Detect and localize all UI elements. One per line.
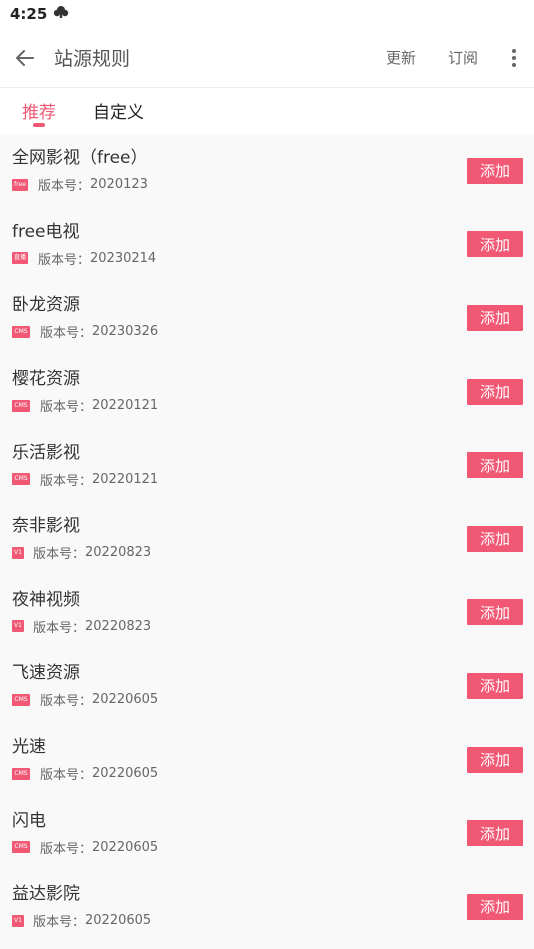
cloud-icon (53, 5, 69, 23)
version-label: 版本号： (40, 400, 93, 416)
version-value: 20220605 (92, 839, 159, 855)
tab-label: 推荐 (22, 103, 56, 123)
add-button[interactable]: 添加 (467, 525, 523, 552)
source-name: 全网影视（free） (12, 148, 148, 169)
version-label: 版本号： (33, 620, 86, 636)
type-badge: CMS (12, 325, 30, 338)
add-button[interactable]: 添加 (467, 452, 523, 479)
version-label: 版本号： (40, 768, 93, 784)
list-item: 全网影视（free） free 版本号： 2020123 添加 (0, 134, 534, 208)
source-list: 全网影视（free） free 版本号： 2020123 添加 free电视 直… (0, 134, 534, 949)
source-name: 奈非影视 (12, 516, 80, 537)
source-name: 夜神视频 (12, 589, 80, 610)
version-value: 20220121 (92, 398, 159, 414)
update-button[interactable]: 更新 (370, 47, 432, 68)
list-item: 益达影院 V1 版本号： 20220605 添加 (0, 870, 534, 944)
version-value: 20220121 (92, 471, 159, 487)
type-badge: V1 (12, 546, 24, 559)
type-badge: CMS (12, 473, 30, 486)
version-label: 版本号： (38, 252, 91, 268)
version-label: 版本号： (33, 547, 86, 563)
version-label: 版本号： (40, 473, 93, 489)
list-item: 奈非影视 V1 版本号： 20220823 添加 (0, 502, 534, 576)
tab-label: 自定义 (93, 103, 144, 123)
type-badge: CMS (12, 841, 30, 854)
app-bar: 站源规则 更新 订阅 (0, 28, 534, 88)
list-item: 闪电 CMS 版本号： 20220605 添加 (0, 796, 534, 870)
add-button[interactable]: 添加 (467, 599, 523, 626)
tab-recommended[interactable]: 推荐 (22, 88, 56, 134)
add-button[interactable]: 添加 (467, 378, 523, 405)
more-button[interactable] (494, 28, 534, 88)
version-label: 版本号： (38, 179, 91, 195)
add-button[interactable]: 添加 (467, 304, 523, 331)
type-badge: 直播 (12, 252, 28, 265)
arrow-left-icon (16, 49, 34, 66)
version-value: 20220605 (92, 766, 159, 782)
type-badge: free (12, 178, 28, 191)
source-name: 卧龙资源 (12, 295, 80, 316)
version-value: 20220605 (92, 692, 159, 708)
list-item: free电视 直播 版本号： 20230214 添加 (0, 208, 534, 282)
source-name: 益达影院 (12, 884, 80, 905)
back-button[interactable] (0, 28, 50, 88)
version-label: 版本号： (40, 326, 93, 342)
add-button[interactable]: 添加 (467, 672, 523, 699)
tab-indicator (33, 123, 45, 127)
version-value: 2020123 (90, 177, 148, 193)
source-name: 闪电 (12, 810, 46, 831)
list-item: 樱花资源 CMS 版本号： 20220121 添加 (0, 355, 534, 429)
status-time: 4:25 (10, 5, 48, 23)
add-button[interactable]: 添加 (467, 157, 523, 184)
version-value: 20230214 (90, 250, 157, 266)
tab-bar: 推荐 自定义 (0, 88, 534, 134)
list-item: 光速 CMS 版本号： 20220605 添加 (0, 723, 534, 797)
add-button[interactable]: 添加 (467, 746, 523, 773)
list-item: 卧龙资源 CMS 版本号： 20230326 添加 (0, 281, 534, 355)
source-name: 光速 (12, 737, 46, 758)
add-button[interactable]: 添加 (467, 231, 523, 258)
list-item: 飞速资源 CMS 版本号： 20220605 添加 (0, 649, 534, 723)
source-name: 樱花资源 (12, 369, 80, 390)
source-name: free电视 (12, 221, 80, 242)
version-label: 版本号： (33, 915, 86, 931)
source-name: 飞速资源 (12, 663, 80, 684)
type-badge: CMS (12, 693, 30, 706)
type-badge: CMS (12, 399, 30, 412)
version-label: 版本号： (40, 841, 93, 857)
more-vert-icon (512, 48, 516, 67)
version-value: 20220823 (85, 545, 152, 561)
version-value: 20230326 (92, 324, 159, 340)
status-bar: 4:25 (0, 0, 534, 28)
type-badge: V1 (12, 914, 24, 927)
version-value: 20220823 (85, 618, 152, 634)
type-badge: CMS (12, 767, 30, 780)
add-button[interactable]: 添加 (467, 820, 523, 847)
source-name: 乐活影视 (12, 442, 80, 463)
list-item: 乐活影视 CMS 版本号： 20220121 添加 (0, 428, 534, 502)
version-label: 版本号： (40, 694, 93, 710)
page-title: 站源规则 (54, 48, 131, 70)
subscribe-button[interactable]: 订阅 (432, 47, 494, 68)
tab-custom[interactable]: 自定义 (93, 88, 144, 134)
version-value: 20220605 (85, 913, 152, 929)
type-badge: V1 (12, 620, 24, 633)
list-item: 夜神视频 V1 版本号： 20220823 添加 (0, 576, 534, 650)
add-button[interactable]: 添加 (467, 893, 523, 920)
